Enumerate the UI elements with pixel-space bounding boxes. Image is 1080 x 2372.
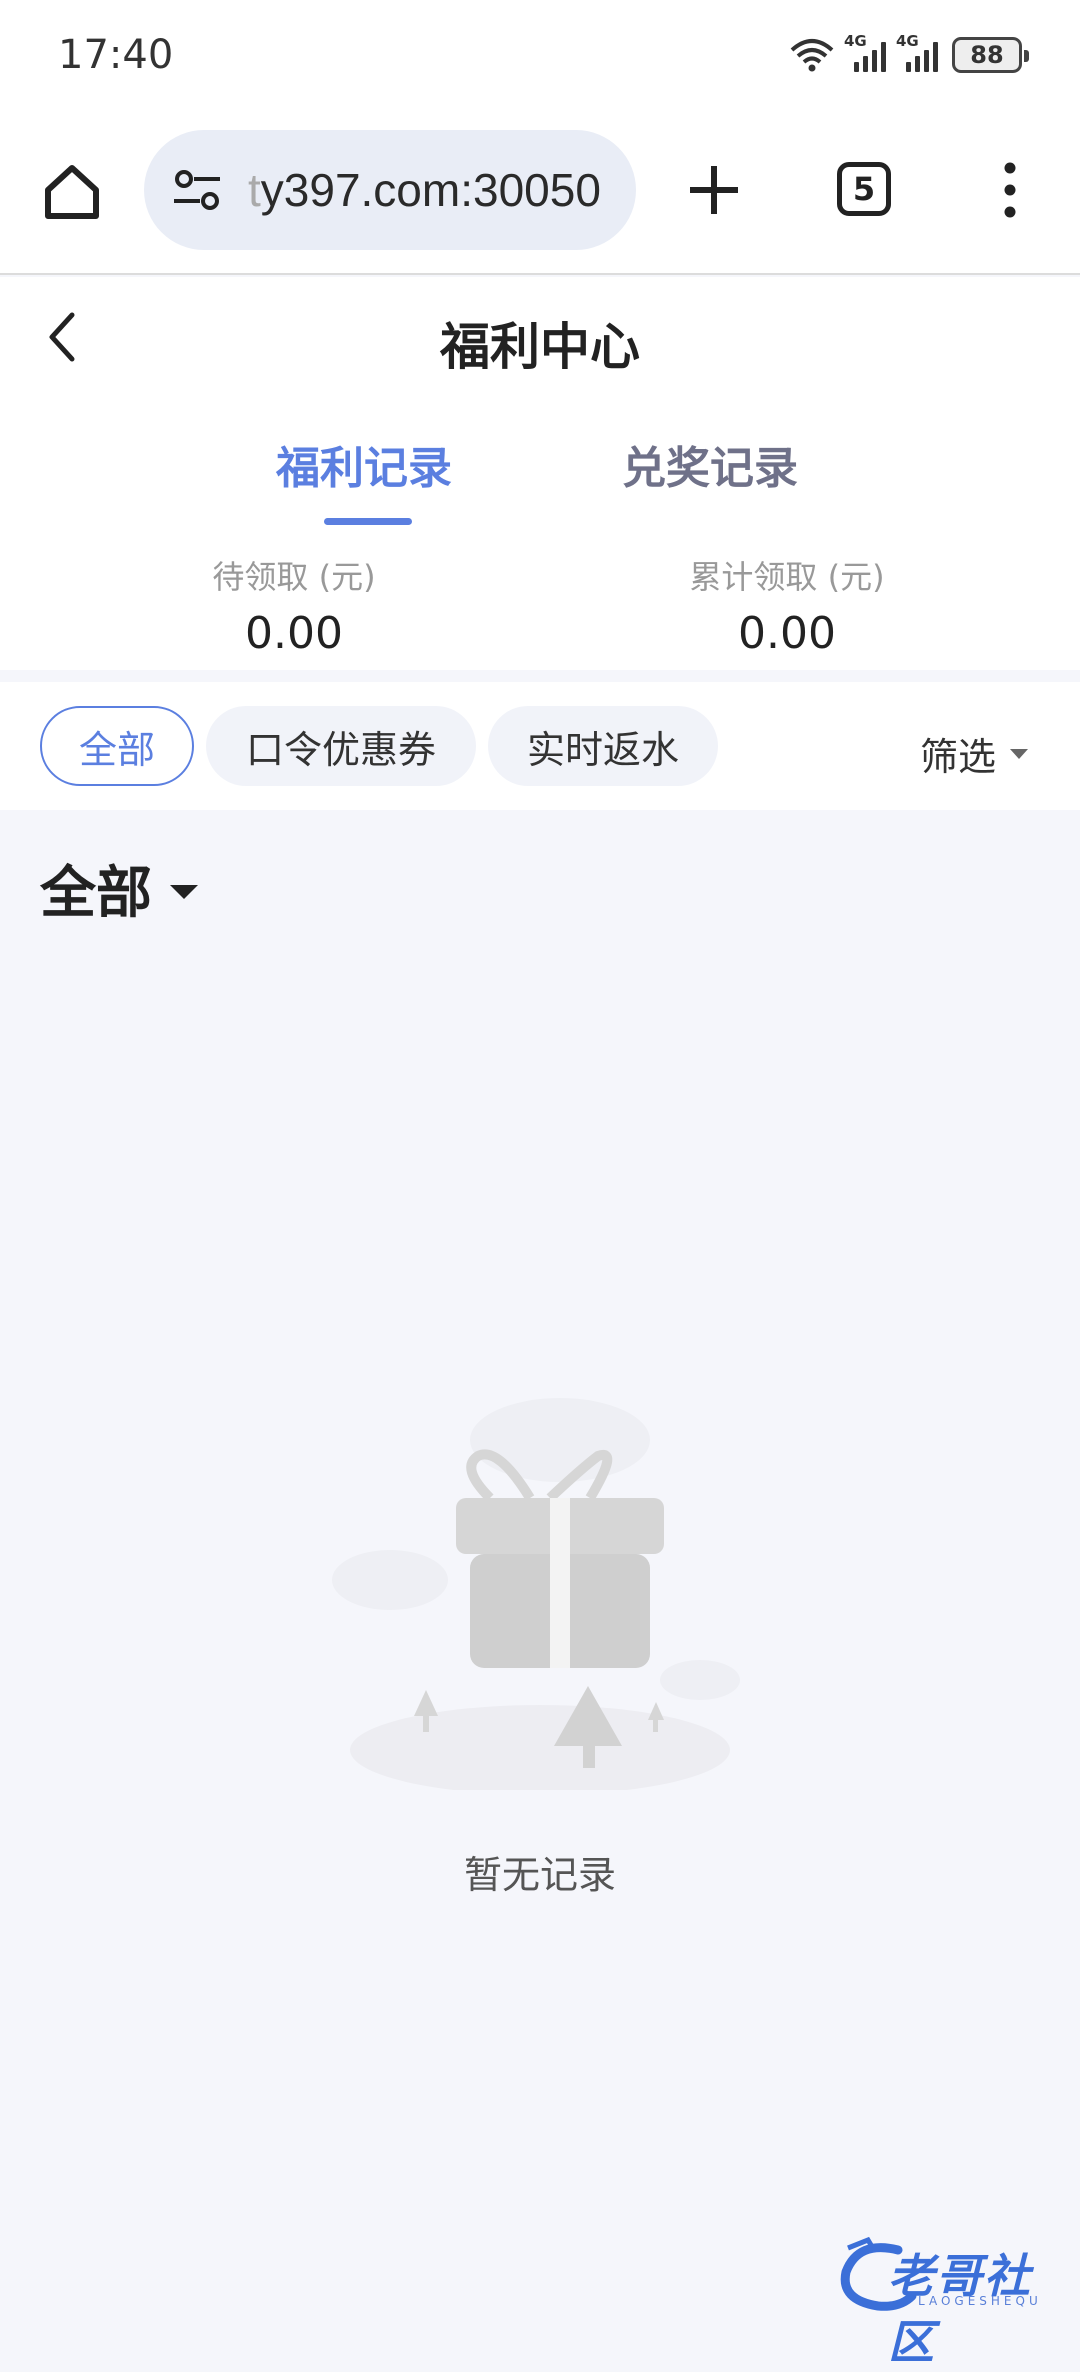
signal-icon: 4G — [844, 32, 886, 72]
total-label: 累计领取 (元) — [689, 558, 885, 596]
status-time: 17:40 — [58, 32, 174, 78]
pending-stat: 待领取 (元) 0.00 — [124, 552, 464, 659]
filter-row: 全部 口令优惠券 实时返水 筛选 — [0, 682, 1080, 810]
chevron-down-icon — [1010, 748, 1028, 759]
site-settings-icon[interactable] — [170, 163, 224, 217]
tab-welfare-records[interactable]: 福利记录 — [276, 432, 452, 496]
category-label: 全部 — [40, 861, 152, 926]
chevron-down-icon — [170, 884, 198, 899]
page-title: 福利中心 — [440, 318, 640, 376]
address-bar[interactable]: ty397.com:30050 — [144, 130, 636, 250]
pending-label: 待领取 (元) — [212, 558, 376, 596]
battery-level: 88 — [970, 41, 1004, 69]
empty-state-text: 暂无记录 — [463, 1853, 616, 1897]
tab-switcher-button[interactable]: 5 — [837, 162, 891, 216]
empty-gift-icon — [332, 1398, 740, 1790]
status-icons: 4G 4G 88 — [790, 32, 1029, 73]
watermark-logo: 老哥社区 LAOGESHEQU — [838, 2236, 1068, 2369]
home-icon[interactable] — [40, 160, 104, 224]
chip-code-coupon[interactable]: 口令优惠券 — [206, 706, 476, 786]
url-text[interactable]: ty397.com:30050 — [248, 163, 601, 217]
total-stat: 累计领取 (元) 0.00 — [617, 552, 957, 659]
watermark-subtext: LAOGESHEQU — [918, 2294, 1042, 2308]
more-options-icon[interactable] — [990, 158, 1030, 222]
browser-toolbar: ty397.com:30050 5 — [0, 110, 1080, 275]
tab-redeem-records[interactable]: 兑奖记录 — [622, 432, 798, 496]
signal-icon-2: 4G — [896, 32, 938, 72]
battery-icon: 88 — [952, 37, 1029, 73]
filter-button[interactable]: 筛选 — [920, 726, 1028, 781]
chip-all[interactable]: 全部 — [40, 706, 194, 786]
total-value: 0.00 — [738, 608, 836, 659]
active-tab-indicator — [324, 518, 412, 525]
chip-realtime-rebate[interactable]: 实时返水 — [488, 706, 718, 786]
new-tab-icon[interactable] — [684, 160, 744, 220]
status-bar: 17:40 4G 4G 88 — [0, 0, 1080, 110]
wifi-icon — [790, 39, 834, 72]
page-header: 福利中心 福利记录 兑奖记录 待领取 (元) 0.00 累计领取 (元) 0.0… — [0, 277, 1080, 670]
filter-label: 筛选 — [919, 735, 996, 779]
pending-value: 0.00 — [245, 608, 343, 659]
category-dropdown[interactable]: 全部 — [40, 848, 198, 929]
